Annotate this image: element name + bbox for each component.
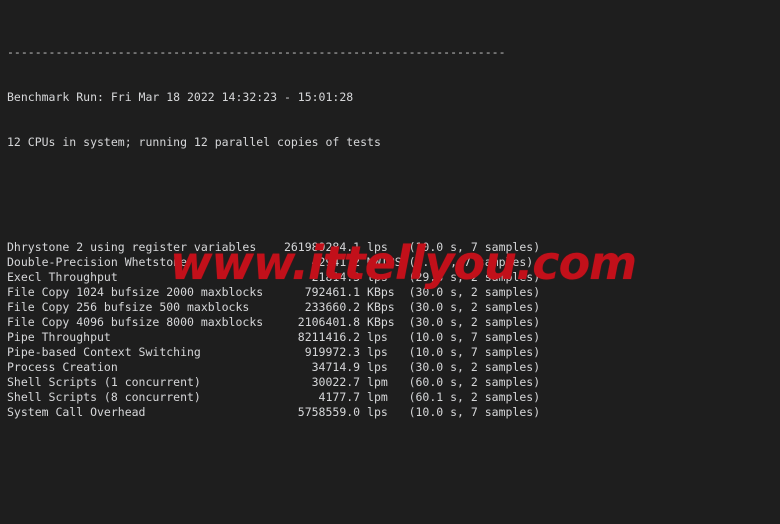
terminal-window: ----------------------------------------… <box>0 0 780 524</box>
benchmark-result-row: Execl Throughput 21814.3 lps (29.6 s, 2 … <box>7 270 541 284</box>
benchmark-result-row: File Copy 4096 bufsize 8000 maxblocks 21… <box>7 315 541 329</box>
benchmark-result-row: Shell Scripts (8 concurrent) 4177.7 lpm … <box>7 390 541 404</box>
top-separator: ----------------------------------------… <box>7 45 506 59</box>
benchmark-result-row: Process Creation 34714.9 lps (30.0 s, 2 … <box>7 360 541 374</box>
terminal-output: ----------------------------------------… <box>7 0 780 524</box>
cpu-info-line: 12 CPUs in system; running 12 parallel c… <box>7 135 381 149</box>
benchmark-result-row: Pipe Throughput 8211416.2 lps (10.0 s, 7… <box>7 330 541 344</box>
benchmark-result-row: Shell Scripts (1 concurrent) 30022.7 lpm… <box>7 375 541 389</box>
benchmark-result-row: File Copy 256 bufsize 500 maxblocks 2336… <box>7 300 541 314</box>
benchmark-results-list: Dhrystone 2 using register variables 261… <box>7 240 780 420</box>
benchmark-result-row: Dhrystone 2 using register variables 261… <box>7 240 541 254</box>
benchmark-result-row: Double-Precision Whetstone 42941.2 MWIPS… <box>7 255 534 269</box>
benchmark-result-row: Pipe-based Context Switching 919972.3 lp… <box>7 345 541 359</box>
benchmark-result-row: File Copy 1024 bufsize 2000 maxblocks 79… <box>7 285 541 299</box>
benchmark-run-line: Benchmark Run: Fri Mar 18 2022 14:32:23 … <box>7 90 354 104</box>
benchmark-result-row: System Call Overhead 5758559.0 lps (10.0… <box>7 405 541 419</box>
